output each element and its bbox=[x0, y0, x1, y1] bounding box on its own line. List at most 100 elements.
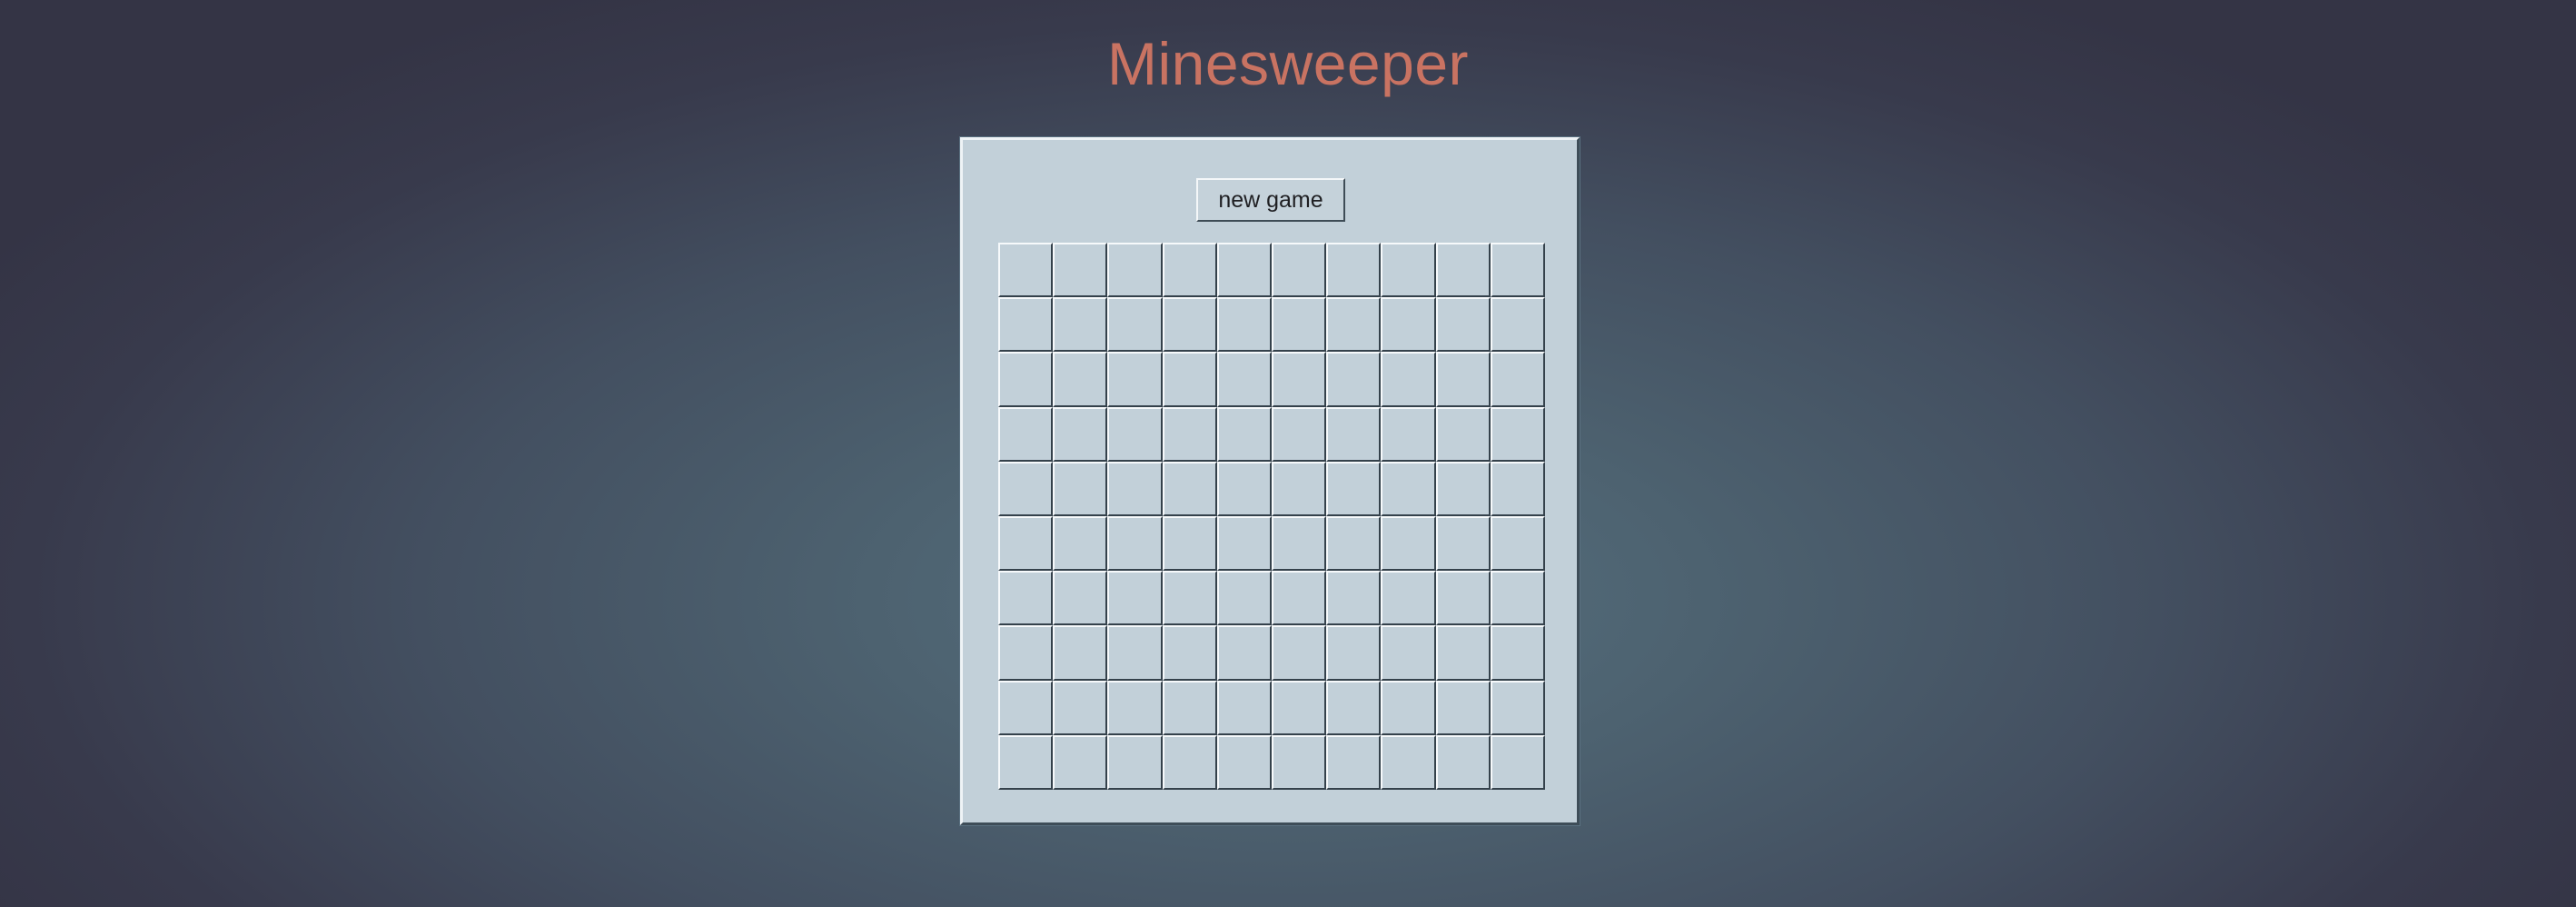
board-cell[interactable] bbox=[1381, 461, 1436, 516]
board-cell[interactable] bbox=[1162, 680, 1217, 735]
board-cell[interactable] bbox=[998, 734, 1054, 790]
board-cell[interactable] bbox=[1053, 297, 1108, 353]
board-cell[interactable] bbox=[1381, 406, 1436, 462]
board-cell[interactable] bbox=[1162, 243, 1217, 298]
board-cell[interactable] bbox=[998, 406, 1054, 462]
board-cell[interactable] bbox=[1272, 297, 1327, 353]
board-cell[interactable] bbox=[1216, 243, 1272, 298]
board-cell[interactable] bbox=[1216, 461, 1272, 516]
board-cell[interactable] bbox=[998, 297, 1054, 353]
board-cell[interactable] bbox=[1272, 625, 1327, 681]
board-cell[interactable] bbox=[1162, 297, 1217, 353]
board-cell[interactable] bbox=[1107, 625, 1163, 681]
board-cell[interactable] bbox=[1326, 516, 1382, 572]
board-cell[interactable] bbox=[1272, 680, 1327, 735]
board-cell[interactable] bbox=[998, 243, 1054, 298]
board-cell[interactable] bbox=[1435, 352, 1491, 407]
board-cell[interactable] bbox=[1326, 571, 1382, 626]
board-cell[interactable] bbox=[1272, 406, 1327, 462]
board-cell[interactable] bbox=[1381, 625, 1436, 681]
board-cell[interactable] bbox=[1490, 734, 1545, 790]
board-cell[interactable] bbox=[1490, 680, 1545, 735]
board-cell[interactable] bbox=[1326, 243, 1382, 298]
board-cell[interactable] bbox=[1381, 243, 1436, 298]
board-cell[interactable] bbox=[1107, 734, 1163, 790]
board-cell[interactable] bbox=[1381, 734, 1436, 790]
board-cell[interactable] bbox=[1216, 625, 1272, 681]
board-cell[interactable] bbox=[1162, 625, 1217, 681]
board-cell[interactable] bbox=[1107, 571, 1163, 626]
board-cell[interactable] bbox=[1435, 734, 1491, 790]
board-cell[interactable] bbox=[998, 461, 1054, 516]
board-cell[interactable] bbox=[1107, 461, 1163, 516]
board-cell[interactable] bbox=[1490, 625, 1545, 681]
board-cell[interactable] bbox=[1162, 406, 1217, 462]
board-cell[interactable] bbox=[1381, 516, 1436, 572]
board-cell[interactable] bbox=[1381, 352, 1436, 407]
board-cell[interactable] bbox=[1053, 406, 1108, 462]
board-cell[interactable] bbox=[1107, 297, 1163, 353]
board-cell[interactable] bbox=[1435, 406, 1491, 462]
board-cell[interactable] bbox=[1053, 571, 1108, 626]
board-cell[interactable] bbox=[1435, 571, 1491, 626]
board-cell[interactable] bbox=[1326, 625, 1382, 681]
board-cell[interactable] bbox=[998, 516, 1054, 572]
board-cell[interactable] bbox=[1326, 680, 1382, 735]
board-cell[interactable] bbox=[998, 625, 1054, 681]
board-cell[interactable] bbox=[1326, 734, 1382, 790]
board-cell[interactable] bbox=[1272, 734, 1327, 790]
board-cell[interactable] bbox=[1216, 571, 1272, 626]
board-cell[interactable] bbox=[1272, 516, 1327, 572]
board-cell[interactable] bbox=[1435, 243, 1491, 298]
board-cell[interactable] bbox=[1381, 680, 1436, 735]
board-cell[interactable] bbox=[1381, 297, 1436, 353]
board-cell[interactable] bbox=[998, 571, 1054, 626]
board-cell[interactable] bbox=[1053, 625, 1108, 681]
board-cell[interactable] bbox=[1162, 461, 1217, 516]
board-cell[interactable] bbox=[1216, 734, 1272, 790]
board-cell[interactable] bbox=[1326, 461, 1382, 516]
board-cell[interactable] bbox=[1216, 352, 1272, 407]
board-cell[interactable] bbox=[1162, 516, 1217, 572]
board-cell[interactable] bbox=[1435, 680, 1491, 735]
board-cell[interactable] bbox=[1107, 516, 1163, 572]
board-cell[interactable] bbox=[1107, 243, 1163, 298]
board-cell[interactable] bbox=[998, 680, 1054, 735]
board-cell[interactable] bbox=[1162, 734, 1217, 790]
board-cell[interactable] bbox=[1216, 516, 1272, 572]
board-cell[interactable] bbox=[1272, 352, 1327, 407]
board-cell[interactable] bbox=[1053, 516, 1108, 572]
board-cell[interactable] bbox=[1490, 243, 1545, 298]
board-cell[interactable] bbox=[1490, 571, 1545, 626]
board-cell[interactable] bbox=[1326, 352, 1382, 407]
board-cell[interactable] bbox=[1216, 406, 1272, 462]
board-cell[interactable] bbox=[1490, 352, 1545, 407]
board-cell[interactable] bbox=[1435, 461, 1491, 516]
board-cell[interactable] bbox=[1162, 352, 1217, 407]
board-cell[interactable] bbox=[1326, 297, 1382, 353]
board-cell[interactable] bbox=[1107, 406, 1163, 462]
board-cell[interactable] bbox=[1435, 625, 1491, 681]
board-cell[interactable] bbox=[1107, 352, 1163, 407]
board-cell[interactable] bbox=[1162, 571, 1217, 626]
board-cell[interactable] bbox=[1053, 680, 1108, 735]
board-cell[interactable] bbox=[1272, 243, 1327, 298]
board-cell[interactable] bbox=[1216, 297, 1272, 353]
board-cell[interactable] bbox=[1272, 461, 1327, 516]
board-cell[interactable] bbox=[1216, 680, 1272, 735]
board-cell[interactable] bbox=[1053, 352, 1108, 407]
board-cell[interactable] bbox=[1490, 406, 1545, 462]
board-cell[interactable] bbox=[1326, 406, 1382, 462]
new-game-button[interactable]: new game bbox=[1196, 178, 1345, 222]
board-cell[interactable] bbox=[1490, 461, 1545, 516]
board-cell[interactable] bbox=[1381, 571, 1436, 626]
board-cell[interactable] bbox=[1053, 461, 1108, 516]
board-cell[interactable] bbox=[1053, 243, 1108, 298]
board-cell[interactable] bbox=[1490, 297, 1545, 353]
board-cell[interactable] bbox=[1490, 516, 1545, 572]
board-cell[interactable] bbox=[1435, 297, 1491, 353]
board-cell[interactable] bbox=[1107, 680, 1163, 735]
board-cell[interactable] bbox=[1435, 516, 1491, 572]
board-cell[interactable] bbox=[1272, 571, 1327, 626]
board-cell[interactable] bbox=[1053, 734, 1108, 790]
